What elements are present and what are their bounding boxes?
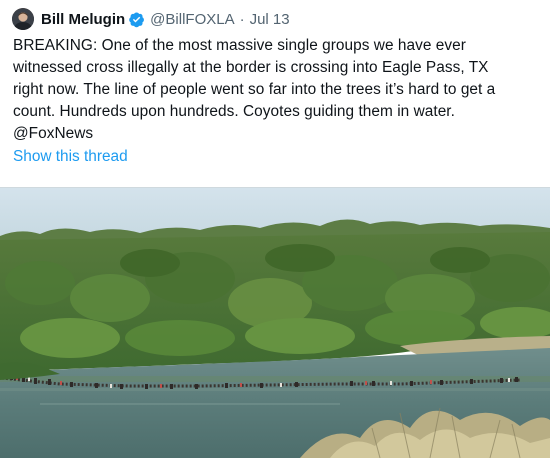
separator-dot: · — [239, 10, 245, 28]
author-handle[interactable]: @BillFOXLA — [150, 11, 234, 28]
verified-badge-icon — [128, 11, 145, 28]
tweet-photo[interactable] — [0, 187, 550, 458]
tweet-header: Bill Melugin @BillFOXLA · Jul 13 — [12, 7, 290, 31]
tweet-card: Bill Melugin @BillFOXLA · Jul 13 BREAKIN… — [0, 0, 550, 458]
tweet-text: BREAKING: One of the most massive single… — [13, 37, 496, 142]
author-name[interactable]: Bill Melugin — [41, 11, 125, 28]
show-thread-link[interactable]: Show this thread — [13, 148, 128, 166]
avatar[interactable] — [12, 8, 34, 30]
tweet-date[interactable]: Jul 13 — [250, 11, 290, 28]
